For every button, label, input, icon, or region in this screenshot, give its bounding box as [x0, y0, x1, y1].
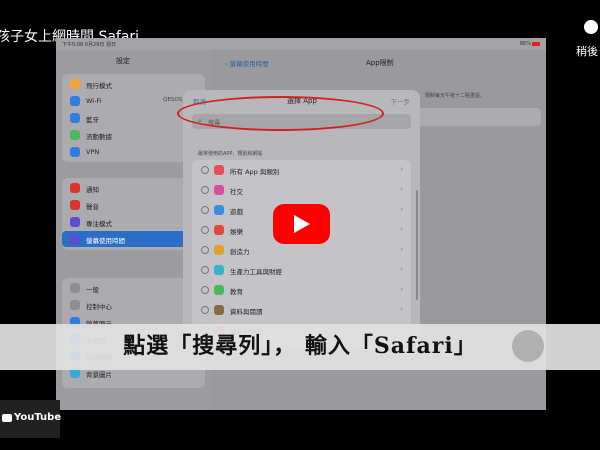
sidebar-item-label: VPN	[86, 148, 100, 156]
wifi-icon	[70, 96, 80, 106]
highlight-ellipse	[177, 96, 384, 131]
sound-icon	[70, 200, 80, 210]
chevron-right-icon: ›	[400, 305, 403, 313]
play-button[interactable]	[273, 204, 330, 244]
notification-icon	[70, 183, 80, 193]
radio-button[interactable]	[201, 166, 209, 174]
radio-button[interactable]	[201, 186, 209, 194]
category-label: 遊戲	[230, 208, 243, 216]
vpn-icon	[70, 147, 80, 157]
category-list-item[interactable]: 教育 ›	[192, 280, 411, 300]
sidebar-item-label: 控制中心	[86, 303, 112, 311]
radio-button[interactable]	[201, 286, 209, 294]
category-label: 所有 App 與類別	[230, 168, 280, 176]
radio-button[interactable]	[201, 246, 209, 254]
caption-text: 點選「搜尋列」， 輸入「Safari」	[123, 333, 477, 359]
youtube-play-icon	[2, 414, 12, 422]
pane-title: App限制	[366, 59, 394, 67]
sidebar-item-label: 背景圖片	[86, 371, 112, 379]
category-label: 創造力	[230, 248, 250, 256]
chevron-right-icon: ›	[400, 225, 403, 233]
chevron-right-icon: ›	[400, 285, 403, 293]
sidebar-item-label: Wi-Fi	[86, 97, 102, 105]
globe-icon	[214, 285, 224, 295]
category-list-item[interactable]: 生產力工具與財經 ›	[192, 260, 411, 280]
watch-later-label: 稍後	[576, 45, 598, 58]
status-bar: 下午5:08 6月29日 週日 86%	[56, 38, 546, 50]
sidebar-title: 設定	[116, 57, 130, 65]
sidebar-item-label: 通知	[86, 186, 99, 194]
play-icon	[294, 215, 310, 233]
category-label: 教育	[230, 288, 243, 296]
chevron-right-icon: ›	[400, 265, 403, 273]
assistive-touch-icon	[512, 330, 544, 362]
palette-icon	[214, 245, 224, 255]
sidebar-item-value: QESOS_	[163, 97, 185, 103]
battery-icon	[532, 41, 540, 46]
category-list: 所有 App 與類別 › 社交 › 遊戲 › 娛樂 › 創造力 › 生產力工具與財經 › 教育 › 資料與閱…	[192, 160, 411, 350]
stack-icon	[214, 165, 224, 175]
youtube-logo[interactable]: YouTube	[0, 400, 61, 438]
chat-icon	[214, 185, 224, 195]
back-button[interactable]: ‹ 螢幕使用時間	[225, 58, 269, 68]
radio-button[interactable]	[201, 206, 209, 214]
hourglass-icon	[70, 234, 80, 244]
category-list-item[interactable]: 社交 ›	[192, 180, 411, 200]
next-button[interactable]: 下一步	[391, 96, 411, 106]
sidebar-item-label: 流動數據	[86, 133, 112, 141]
list-section-header: 最常使用的APP、類別和網站	[198, 151, 263, 157]
status-battery: 86%	[520, 41, 540, 47]
cellular-icon	[70, 130, 80, 140]
sidebar-item-label: 專注模式	[86, 220, 112, 228]
rocket-icon	[214, 205, 224, 215]
category-label: 資料與閱讀	[230, 308, 263, 316]
control-center-icon	[70, 300, 80, 310]
chevron-right-icon: ›	[400, 245, 403, 253]
radio-button[interactable]	[201, 226, 209, 234]
scrollbar[interactable]	[416, 190, 418, 300]
popcorn-icon	[214, 225, 224, 235]
gear-icon	[70, 283, 80, 293]
pane-card	[416, 108, 541, 126]
radio-button[interactable]	[201, 306, 209, 314]
sidebar-item-label: 飛行模式	[86, 82, 112, 90]
bluetooth-icon	[70, 113, 80, 123]
focus-icon	[70, 217, 80, 227]
category-label: 社交	[230, 188, 243, 196]
category-list-item[interactable]: 資料與閱讀 ›	[192, 300, 411, 320]
chevron-right-icon: ›	[400, 185, 403, 193]
chevron-right-icon: ›	[400, 165, 403, 173]
category-label: 生產力工具與財經	[230, 268, 282, 276]
category-label: 娛樂	[230, 228, 243, 236]
sidebar-item-label: 一般	[86, 286, 99, 294]
sidebar-item-label: 藍牙	[86, 116, 99, 124]
chevron-right-icon: ›	[400, 205, 403, 213]
paperplane-icon	[214, 265, 224, 275]
pane-note: 限制每天午夜十二點重設。	[425, 93, 486, 99]
status-time: 下午5:08 6月29日 週日	[62, 42, 116, 48]
category-list-item[interactable]: 所有 App 與類別 ›	[192, 160, 411, 180]
watch-later-icon[interactable]	[584, 20, 598, 34]
sidebar-item-label: 螢幕使用時間	[86, 237, 125, 245]
sidebar-item-label: 聲音	[86, 203, 99, 211]
airplane-icon	[70, 79, 80, 89]
sidebar-item[interactable]: 飛行模式	[62, 76, 205, 92]
book-icon	[214, 305, 224, 315]
radio-button[interactable]	[201, 266, 209, 274]
